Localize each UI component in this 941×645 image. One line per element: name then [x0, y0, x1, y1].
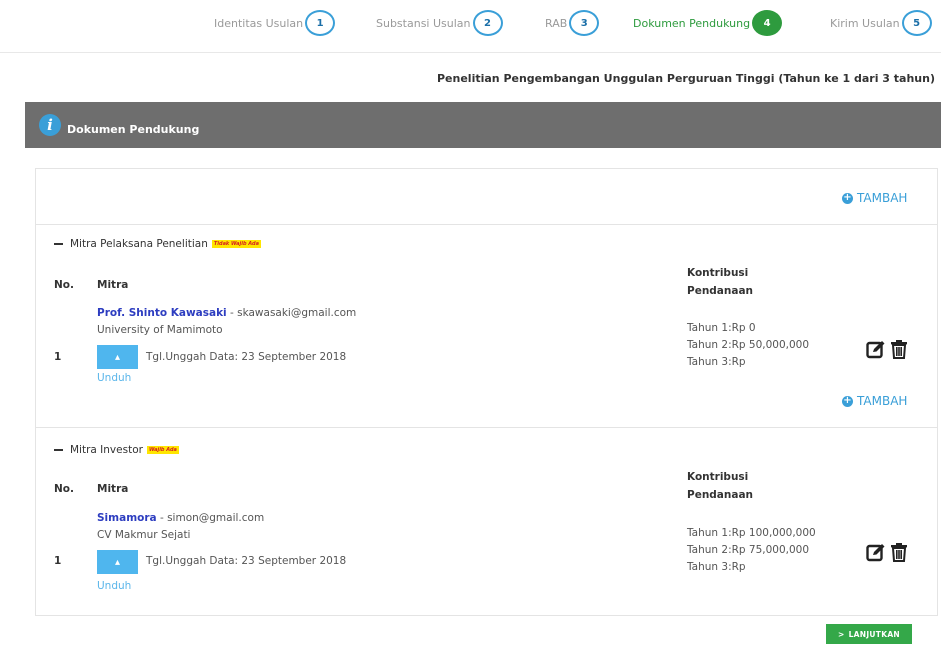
divider — [36, 224, 937, 225]
dokumen-pendukung-box: + TAMBAH Mitra Pelaksana Penelitian Tida… — [35, 168, 938, 616]
divider — [36, 427, 937, 428]
kontribusi-tahun-1: Tahun 1:Rp 0 — [687, 322, 756, 334]
divider — [0, 52, 941, 53]
column-header-mitra: Mitra — [97, 483, 129, 495]
step-number: 4 — [752, 10, 783, 36]
add-button[interactable]: + TAMBAH — [842, 191, 907, 205]
upload-date: Tgl.Unggah Data: 23 September 2018 — [146, 555, 347, 567]
download-link[interactable]: Unduh — [97, 580, 131, 592]
status-badge: Tidak Wajib Ada — [211, 240, 261, 248]
step-number: 2 — [472, 10, 503, 36]
section-title-mitra-investor[interactable]: Mitra Investor Wajib Ada — [54, 444, 179, 456]
upload-date: Tgl.Unggah Data: 23 September 2018 — [146, 351, 347, 363]
mitra-name[interactable]: Simamora — [97, 512, 157, 524]
row-actions — [866, 542, 909, 562]
column-header-kontribusi: Kontribusi Pendanaan — [687, 471, 754, 501]
panel-header: i Dokumen Pendukung — [25, 102, 941, 148]
add-mitra-pelaksana-button[interactable]: + TAMBAH — [842, 394, 907, 408]
step-label: RAB — [545, 16, 568, 30]
step-label: Kirim Usulan — [830, 16, 900, 30]
mitra-name-line: Simamora - simon@gmail.com — [97, 512, 264, 524]
mitra-name[interactable]: Prof. Shinto Kawasaki — [97, 307, 227, 319]
column-header-no: No. — [54, 279, 74, 291]
mitra-institution: CV Makmur Sejati — [97, 529, 191, 541]
column-header-no: No. — [54, 483, 74, 495]
program-title: Penelitian Pengembangan Unggulan Perguru… — [436, 72, 935, 85]
row-number: 1 — [54, 351, 62, 363]
row-number: 1 — [54, 555, 62, 567]
section-title-mitra-pelaksana[interactable]: Mitra Pelaksana Penelitian Tidak Wajib A… — [54, 238, 261, 250]
collapse-icon[interactable] — [54, 243, 63, 245]
lanjutkan-button[interactable]: > LANJUTKAN — [826, 624, 912, 644]
kontribusi-tahun-3: Tahun 3:Rp — [687, 561, 746, 573]
step-number: 3 — [569, 10, 600, 36]
add-button-label: TAMBAH — [857, 191, 908, 205]
plus-circle-icon: + — [842, 395, 853, 407]
section-label: Mitra Pelaksana Penelitian — [70, 238, 208, 250]
edit-icon[interactable] — [866, 339, 886, 359]
column-header-mitra: Mitra — [97, 279, 129, 291]
step-number: 1 — [305, 10, 336, 36]
step-label: Substansi Usulan — [376, 16, 471, 30]
edit-icon[interactable] — [866, 542, 886, 562]
upload-button[interactable]: ▴ — [97, 550, 138, 574]
step-kirim-usulan[interactable]: Kirim Usulan 5 — [830, 8, 932, 38]
lanjutkan-label: LANJUTKAN — [848, 629, 901, 639]
row-actions — [866, 339, 909, 359]
collapse-icon[interactable] — [54, 449, 63, 451]
step-label: Identitas Usulan — [214, 16, 304, 30]
info-icon: i — [39, 114, 61, 136]
step-identitas-usulan[interactable]: Identitas Usulan 1 — [214, 8, 336, 38]
upload-icon: ▴ — [114, 556, 121, 568]
kontribusi-tahun-2: Tahun 2:Rp 75,000,000 — [687, 544, 810, 556]
add-button-label: TAMBAH — [857, 394, 908, 408]
mitra-email: - skawasaki@gmail.com — [226, 307, 357, 319]
step-substansi-usulan[interactable]: Substansi Usulan 2 — [376, 8, 503, 38]
chevron-right-icon: > — [837, 629, 845, 639]
wizard-steps: Identitas Usulan 1 Substansi Usulan 2 RA… — [0, 8, 941, 40]
trash-icon[interactable] — [889, 339, 909, 359]
upload-button[interactable]: ▴ — [97, 345, 138, 369]
plus-circle-icon: + — [842, 192, 853, 204]
mitra-institution: University of Mamimoto — [97, 324, 223, 336]
kontribusi-tahun-2: Tahun 2:Rp 50,000,000 — [687, 339, 810, 351]
step-label: Dokumen Pendukung — [633, 16, 751, 30]
status-badge: Wajib Ada — [146, 446, 179, 454]
kontribusi-tahun-1: Tahun 1:Rp 100,000,000 — [687, 527, 816, 539]
panel-title: Dokumen Pendukung — [67, 122, 200, 136]
kontribusi-tahun-3: Tahun 3:Rp — [687, 356, 746, 368]
trash-icon[interactable] — [889, 542, 909, 562]
step-number: 5 — [901, 10, 932, 36]
step-rab[interactable]: RAB 3 — [545, 8, 600, 38]
mitra-name-line: Prof. Shinto Kawasaki - skawasaki@gmail.… — [97, 307, 356, 319]
upload-icon: ▴ — [114, 351, 121, 363]
mitra-email: - simon@gmail.com — [156, 512, 265, 524]
download-link[interactable]: Unduh — [97, 372, 131, 384]
step-dokumen-pendukung[interactable]: Dokumen Pendukung 4 — [633, 8, 783, 38]
section-label: Mitra Investor — [70, 444, 143, 456]
column-header-kontribusi: Kontribusi Pendanaan — [687, 267, 754, 297]
